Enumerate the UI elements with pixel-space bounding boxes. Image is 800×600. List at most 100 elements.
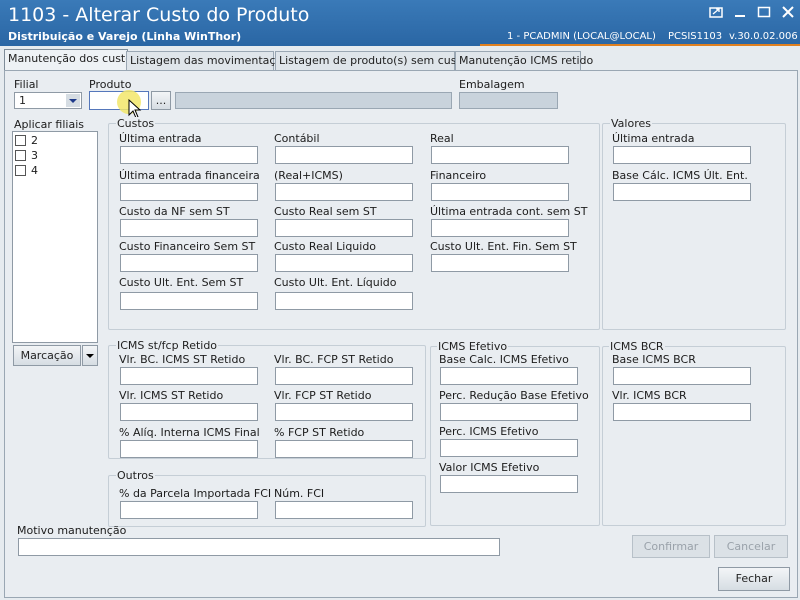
perc-icms-efetivo-input[interactable] [440,439,578,457]
version-info: v.30.0.02.006 [729,31,798,42]
confirmar-button[interactable]: Confirmar [632,535,710,558]
valores-group-title: Valores [610,117,652,130]
tab-listagem-movimentacoes[interactable]: Listagem das movimentações [126,51,295,70]
chevron-down-icon[interactable] [66,94,80,107]
custo-ult-ent-input[interactable] [120,292,258,310]
motivo-label: Motivo manutenção [17,524,127,537]
vlr-icms-bcr-label: Vlr. ICMS BCR [612,389,687,402]
fcp-st-retido-label: % FCP ST Retido [274,426,365,439]
close-icon[interactable] [780,6,796,20]
filial-checkbox[interactable] [15,165,26,176]
aplicar-filiais-label: Aplicar filiais [14,118,84,131]
filial-label: Filial [14,78,39,91]
custo-ult-ent-fin-input[interactable] [431,254,569,272]
real-icms-input[interactable] [275,183,413,201]
fechar-button[interactable]: Fechar [718,567,790,591]
tab-icms-retido[interactable]: Manutenção ICMS retido [455,51,593,70]
window-title: 1103 - Alterar Custo do Produto [8,4,310,26]
custos-group-title: Custos [116,117,156,130]
aliq-interna-label: % Alíq. Interna ICMS Final [119,426,260,439]
minimize-icon[interactable] [732,6,748,20]
contabil-input[interactable] [275,146,413,164]
vlr-fcp-st-input[interactable] [275,403,413,421]
produto-label: Produto [89,78,132,91]
user-info: 1 - PCADMIN (LOCAL@LOCAL) [507,31,656,42]
custo-ult-ent-label: Custo Ult. Ent. Sem ST [119,276,244,289]
custo-real-liquido-label: Custo Real Liquido [274,240,377,253]
tab-manutencao-custos[interactable]: Manutenção dos custos [4,49,138,71]
motivo-input[interactable] [18,538,500,556]
ultima-entrada-financeira-input[interactable] [120,183,258,201]
base-calc-icms-label: Base Cálc. ICMS Últ. Ent. [612,169,748,182]
outros-group-title: Outros [116,469,155,482]
vlr-icms-st-input[interactable] [120,403,258,421]
custo-nf-sem-st-label: Custo da NF sem ST [119,205,230,218]
restore-icon[interactable] [708,6,724,20]
window-subtitle: Distribuição e Varejo (Linha WinThor) [8,30,242,43]
icms-bcr-group-title: ICMS BCR [609,340,665,353]
financeiro-input[interactable] [431,183,569,201]
vlr-bc-fcp-st-input[interactable] [275,367,413,385]
ultima-entrada-cont-input[interactable] [431,219,569,237]
real-input[interactable] [431,146,569,164]
ultima-entrada-cont-label: Última entrada cont. sem ST [430,205,588,218]
marcacao-dropdown-button[interactable] [82,345,98,366]
tab-produtos-sem-custos[interactable]: Listagem de produto(s) sem custos [275,51,473,70]
filial-select[interactable]: 1 [14,92,82,109]
base-icms-bcr-label: Base ICMS BCR [612,353,696,366]
filial-checkbox[interactable] [15,135,26,146]
custo-ult-ent-liquido-input[interactable] [275,292,413,310]
parcela-fci-input[interactable] [120,501,258,519]
custo-financeiro-input[interactable] [120,254,258,272]
base-calc-icms-efetivo-input[interactable] [440,367,578,385]
base-icms-bcr-input[interactable] [613,367,751,385]
custo-nf-sem-st-input[interactable] [120,219,258,237]
custo-real-liquido-input[interactable] [275,254,413,272]
custo-financeiro-label: Custo Financeiro Sem ST [119,240,256,253]
perc-reducao-base-input[interactable] [440,403,578,421]
icms-st-group-title: ICMS st/fcp Retido [116,339,219,352]
real-icms-label: (Real+ICMS) [274,169,343,182]
num-fci-input[interactable] [275,501,413,519]
vlr-icms-st-label: Vlr. ICMS ST Retido [119,389,224,402]
contabil-label: Contábil [274,132,320,145]
maximize-icon[interactable] [756,6,772,20]
perc-icms-efetivo-label: Perc. ICMS Efetivo [439,425,539,438]
marcacao-button[interactable]: Marcação [13,345,81,366]
parcela-fci-label: % da Parcela Importada FCI [119,487,272,500]
vlr-icms-bcr-input[interactable] [613,403,751,421]
routine-code: PCSIS1103 [668,31,723,42]
custo-real-sem-st-input[interactable] [275,219,413,237]
ultima-entrada-input[interactable] [120,146,258,164]
base-calc-icms-input[interactable] [613,183,751,201]
ultima-entrada-label: Última entrada [119,132,202,145]
custo-real-sem-st-label: Custo Real sem ST [274,205,377,218]
vlr-fcp-st-label: Vlr. FCP ST Retido [274,389,372,402]
financeiro-label: Financeiro [430,169,487,182]
filial-checkbox[interactable] [15,150,26,161]
valores-ultima-entrada-label: Última entrada [612,132,695,145]
produto-description [175,92,452,109]
fcp-st-retido-input[interactable] [275,440,413,458]
valor-icms-efetivo-label: Valor ICMS Efetivo [439,461,540,474]
custo-ult-ent-fin-label: Custo Ult. Ent. Fin. Sem ST [430,240,577,253]
accent-line [480,44,800,46]
aliq-interna-input[interactable] [120,440,258,458]
base-calc-icms-efetivo-label: Base Calc. ICMS Efetivo [439,353,569,366]
icms-efetivo-group-title: ICMS Efetivo [437,340,509,353]
perc-reducao-base-label: Perc. Redução Base Efetivo [439,389,589,402]
real-label: Real [430,132,454,145]
valores-ultima-entrada-input[interactable] [613,146,751,164]
embalagem-label: Embalagem [459,78,525,91]
embalagem-field [459,92,558,109]
vlr-bc-icms-st-label: Vlr. BC. ICMS ST Retido [119,353,246,366]
valor-icms-efetivo-input[interactable] [440,475,578,493]
vlr-bc-fcp-st-label: Vlr. BC. FCP ST Retido [274,353,394,366]
custo-ult-ent-liquido-label: Custo Ult. Ent. Líquido [274,276,397,289]
cancelar-button[interactable]: Cancelar [714,535,788,558]
produto-search-button[interactable]: ... [151,91,171,110]
num-fci-label: Núm. FCI [274,487,325,500]
vlr-bc-icms-st-input[interactable] [120,367,258,385]
filiais-list[interactable]: 2 3 4 [12,131,98,343]
title-bar: 1103 - Alterar Custo do Produto Distribu… [0,0,800,46]
